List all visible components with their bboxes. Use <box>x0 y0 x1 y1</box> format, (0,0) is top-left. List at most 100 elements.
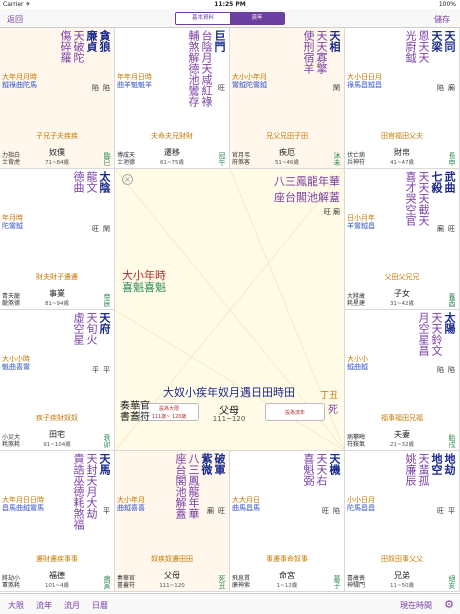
nav-bar: 返回 基本資料 流年 儲存 <box>0 9 460 28</box>
branch-label: 病寅 <box>103 575 111 589</box>
palace-name: 夫妻 <box>394 430 410 439</box>
branch-label: 衰卯 <box>103 434 111 448</box>
flow-star-column: 小小日月 陀馬昌昌 <box>347 496 375 512</box>
age-range: 91~104歲 <box>43 442 71 448</box>
minor-star: 喜才哭空官 <box>404 171 417 226</box>
main-star: 太陰 <box>98 171 111 193</box>
minor-star: 天封天月大劫 <box>85 453 98 519</box>
palace-cell[interactable]: 太陰 龍文 德曲閑旺年月時 陀鸞鉞 財夫財子遷遷 青天龍 龍煞德 事業 81~94歲 帝辰 <box>0 169 115 310</box>
branch-label: 墓子 <box>333 575 341 589</box>
branch-label: 臨巳 <box>103 152 111 166</box>
palace-cell[interactable]: 天馬 天封天月大劫 貴誥巫德耗煞福平大年月日日時 昌馬曲鉞鸞馬 遷財遷疾事事 將劫小 軍煞… <box>0 451 115 592</box>
palace-name: 遷移 <box>164 148 180 157</box>
age-range: 1~12歲 <box>276 583 298 589</box>
flow-star-label: 曲馬昌馬 <box>232 504 260 512</box>
back-button[interactable]: 返回 <box>7 14 23 25</box>
branch-label: 冠午 <box>218 152 226 166</box>
tab-calendar[interactable]: 日曆 <box>92 600 108 611</box>
flow-star-column: 大年月月時 鉞祿曲陀馬 <box>2 73 37 89</box>
center-minor-stars-2: 座台閣池解蓋 <box>274 191 340 204</box>
palace-grid: 貪狼 廉貞 天破陀 傷碎羅陷陷大年月月時 鉞祿曲陀馬 子兄子夫疾疾 力指白 士背虎 奴僕 71~… <box>0 28 460 593</box>
minor-star: 貴誥巫德耗煞福 <box>72 453 85 530</box>
minor-star: 天旬火 <box>85 312 98 345</box>
close-icon[interactable]: × <box>122 174 133 185</box>
age-range: 71~84歲 <box>44 160 70 166</box>
main-star: 天馬 <box>98 453 111 475</box>
palace-cell[interactable]: 天同 天梁 恩天天 光廚鉞廟陷大小日日月 祿馬昌鉞昌 田官福田父夫 伏亡病 兵神符 財帛 41~… <box>345 28 460 169</box>
flow-star-column: 大大月日 曲馬昌馬 <box>232 496 260 512</box>
tab-year[interactable]: 流年 <box>36 600 52 611</box>
palace-footer: 飛息貫 廉神索 命宮 1~12歲 墓子 <box>230 563 344 589</box>
minor-star: 姚廉辰 <box>404 453 417 486</box>
branch-label: 沐未 <box>333 152 341 166</box>
palace-cell[interactable]: 巨門 台陰月天咸紅祿 輔煞解德池鸞存旺年年月日時 曲羊魁魁羊 夫命夫兄財財 博咸天 士池德… <box>115 28 230 169</box>
age-range: 51~46歲 <box>274 160 300 166</box>
brightness-label: 閑 <box>103 225 110 233</box>
save-button[interactable]: 儲存 <box>434 14 450 25</box>
flow-star-label: 祿馬昌鉞昌 <box>347 81 382 89</box>
flow-period-label: 大小年月 <box>117 496 145 504</box>
palace-footer: 大將歲 耗星建 子女 31~42歲 養酉 <box>345 281 459 307</box>
brightness-label: 廟 <box>207 507 214 515</box>
palace-cell[interactable]: 破軍 紫微 八三鳳龍年華 座台閣池解蓋旺廟大小年月 曲鉞喜喜 奴疾奴遷田田 奏華官 書蓋符父… <box>115 451 230 592</box>
branch-label: 死丑 <box>218 575 226 589</box>
main-star: 天機 <box>328 453 341 475</box>
flow-star-column: 大小小年月 鸞鉞陀鸞鉞 <box>232 73 267 89</box>
palace-footer: 力指白 士背虎 奴僕 71~84歲 臨巳 <box>0 140 114 166</box>
minor-star: 天蜚孤 <box>417 453 430 486</box>
brightness-label: 陷 <box>92 84 99 92</box>
flow-star-label: 陀鸞鉞 <box>2 222 23 230</box>
minor-star: 天破陀 <box>72 30 85 63</box>
star-list: 太陰 龍文 德曲 <box>72 171 111 193</box>
palace-cell[interactable]: 武曲 七殺 天天天截天 喜才哭空官旺廟日小月年 羊鸞鉞昌 父田父兄兄 大將歲 耗星建 子女 31… <box>345 169 460 310</box>
brightness-label: 平 <box>103 507 110 515</box>
star-list: 天同 天梁 恩天天 光廚鉞 <box>404 30 456 63</box>
flow-star-column: 年月時 陀鸞鉞 <box>2 214 23 230</box>
branch-label: 長申 <box>448 152 456 166</box>
brightness-row: 平旺 <box>437 506 455 516</box>
palace-name: 子女 <box>394 289 410 298</box>
brightness-label: 閑 <box>333 84 340 92</box>
main-star: 天相 <box>328 30 341 52</box>
flow-period-label: 大小小時 <box>2 355 30 363</box>
brightness-label: 旺 <box>218 507 225 515</box>
main-star: 七殺 <box>430 171 443 193</box>
flow-star-label: 鸞鉞陀鸞鉞 <box>232 81 267 89</box>
brightness-label: 平 <box>448 507 455 515</box>
brightness-label: 陷 <box>448 366 455 374</box>
flow-row-2: 喜魁喜魁 <box>122 281 166 294</box>
flow-period-label: 小小日月 <box>347 496 375 504</box>
palace-cell[interactable]: 天相 天天寡擎 使刑宿羊閑大小小年月 鸞鉞陀鸞鉞 兄父兄田子田 官月弔 府煞客 疾厄 51~4… <box>230 28 345 169</box>
star-list: 地劫 地空 天蜚孤 姚廉辰 <box>404 453 456 486</box>
bottom-toolbar: 大限 流年 流月 日曆 現在時間 ⚙ <box>0 593 460 614</box>
palace-cell[interactable]: 太陽 天天鈴文 月空星昌陷陷大小小 鉞曲鉞 福事福田兄福 病攀晦 符鞍氣 夫妻 21~32歲胎… <box>345 310 460 451</box>
tab-month[interactable]: 流月 <box>64 600 80 611</box>
branch-label: 絕亥 <box>448 575 456 589</box>
flow-period-label: 日小月年 <box>347 214 375 222</box>
center-top-stars: 八三鳳龍年華 座台閣池解蓋 旺 廟 <box>274 173 340 217</box>
tab-decade[interactable]: 大限 <box>8 600 24 611</box>
center-stars-row: 大奴小疾年奴月遇日田時田 <box>163 386 295 399</box>
segment-chart[interactable]: 流年 <box>230 13 284 24</box>
view-segmented-control: 基本資料 流年 <box>175 12 285 25</box>
current-time-button[interactable]: 現在時間 <box>400 600 432 611</box>
palace-cell[interactable]: 地劫 地空 天蜚孤 姚廉辰平旺小小日月 陀馬昌昌 田奴田事父父 喜歲喪 神驛門 兄弟 11~50… <box>345 451 460 592</box>
star-list: 天馬 天封天月大劫 貴誥巫德耗煞福 <box>72 453 111 530</box>
flow-star-column: 年年月日時 曲羊魁魁羊 <box>117 73 152 89</box>
flow-star-column: 大小年月 曲鉞喜喜 <box>117 496 145 512</box>
palace-cell[interactable]: 天機 天天右 喜魁弼陷旺大大月日 曲馬昌馬 事遷事命奴事 飛息貫 廉神索 命宮 1~12歲 墓子 <box>230 451 345 592</box>
flow-star-column: 日小月年 羊鸞鉞昌 <box>347 214 375 230</box>
brightness-label: 旺 <box>437 507 444 515</box>
brightness-row: 閑 <box>333 83 340 93</box>
palace-cell[interactable]: 貪狼 廉貞 天破陀 傷碎羅陷陷大年月月時 鉞祿曲陀馬 子兄子夫疾疾 力指白 士背虎 奴僕 71~… <box>0 28 115 169</box>
palace-name: 田宅 <box>49 430 65 439</box>
brightness-label: 旺 <box>322 507 329 515</box>
segment-basic-info[interactable]: 基本資料 <box>176 13 230 24</box>
brightness-label: 陷 <box>333 507 340 515</box>
palace-footer: 小災大 耗煞耗 田宅 91~104歲 衰卯 <box>0 422 114 448</box>
center-branch: 丁丑 <box>319 391 338 401</box>
gear-icon[interactable]: ⚙ <box>444 598 454 611</box>
flow-period-label: 年月時 <box>2 214 23 222</box>
minor-star: 傷碎羅 <box>59 30 72 63</box>
palace-cell[interactable]: 天府 天旬火 虛空星平平大小小時 魁曲喜鸞 疾子疾財奴奴 小災大 耗煞耗 田宅 91~104歲… <box>0 310 115 451</box>
